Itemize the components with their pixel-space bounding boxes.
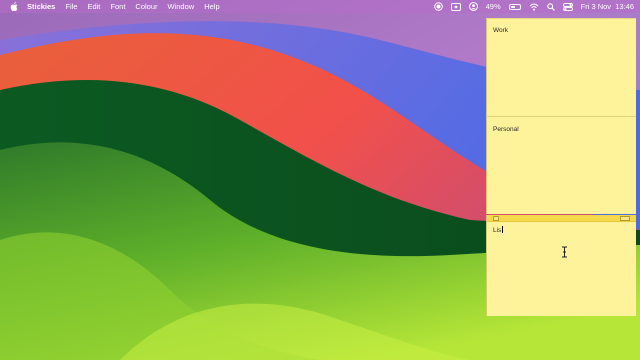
date-time[interactable]: Fri 3 Nov 13:46	[581, 2, 634, 11]
search-icon[interactable]	[546, 2, 555, 11]
control-center-icon[interactable]	[562, 2, 573, 11]
menu-bar: Stickies File Edit Font Colour Window He…	[0, 0, 640, 13]
battery-percent: 49%	[485, 2, 501, 11]
sticky-titlebar[interactable]	[487, 215, 636, 222]
sticky-note-work[interactable]: Work	[486, 18, 636, 116]
apple-logo-icon[interactable]	[10, 2, 18, 11]
sticky-text-list[interactable]: Lis	[493, 226, 503, 234]
zoom-icon[interactable]	[620, 216, 630, 221]
record-icon[interactable]	[433, 2, 443, 11]
sticky-text-personal[interactable]: Personal	[493, 126, 519, 133]
menu-window[interactable]: Window	[168, 2, 195, 11]
menu-app-stickies[interactable]: Stickies	[27, 2, 55, 11]
menu-font[interactable]: Font	[110, 2, 125, 11]
menu-colour[interactable]: Colour	[135, 2, 157, 11]
menu-help[interactable]: Help	[204, 2, 219, 11]
sticky-note-list[interactable]: Lis	[486, 215, 636, 316]
close-icon[interactable]	[493, 216, 499, 221]
sticky-text-list-value: Lis	[493, 227, 502, 234]
battery-fill	[510, 5, 515, 8]
menu-file[interactable]: File	[65, 2, 77, 11]
status-area: 49% Fri 3 Nov 13:46	[426, 0, 634, 13]
battery-icon[interactable]	[508, 3, 521, 10]
wifi-icon[interactable]	[529, 3, 539, 11]
text-caret	[501, 226, 503, 233]
ibeam-cursor-icon	[562, 246, 567, 258]
sticky-text-work[interactable]: Work	[493, 27, 508, 34]
sticky-note-personal[interactable]: Personal	[486, 116, 636, 214]
screen-share-icon[interactable]	[450, 2, 461, 11]
menu-edit[interactable]: Edit	[87, 2, 100, 11]
user-icon[interactable]	[468, 2, 478, 11]
